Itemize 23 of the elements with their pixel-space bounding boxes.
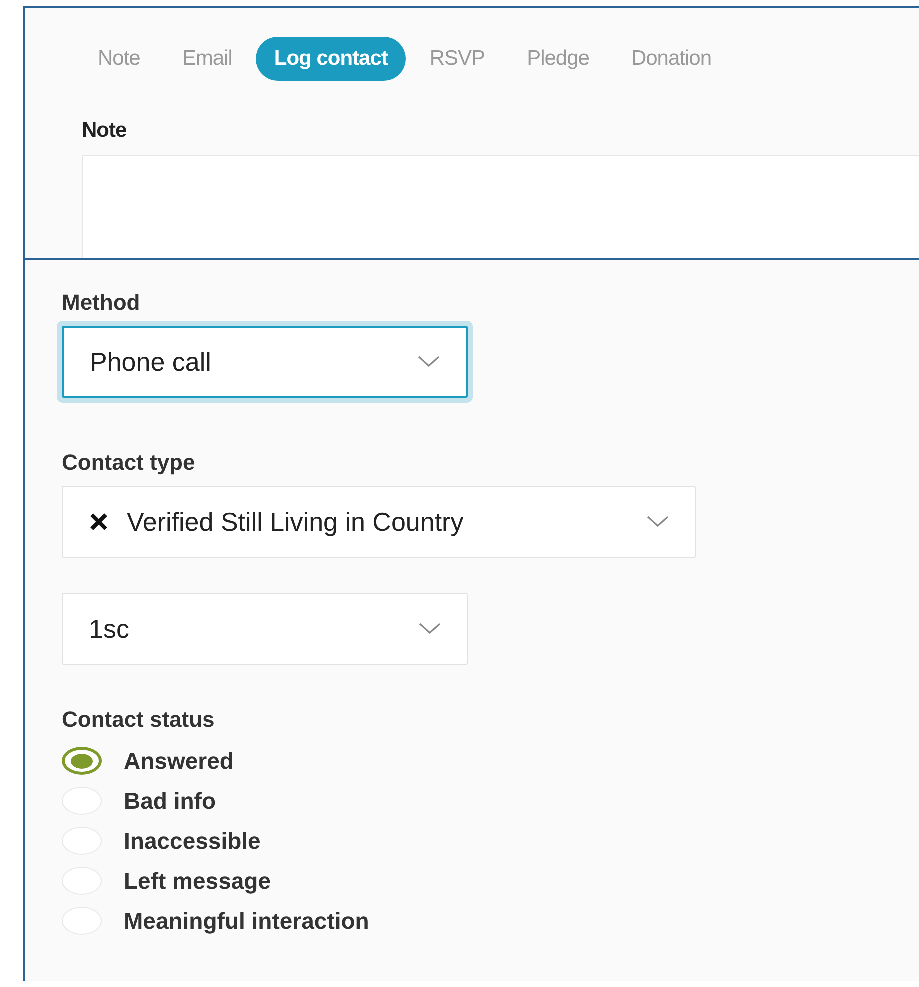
subtype-dropdown[interactable]: 1sc bbox=[62, 593, 468, 665]
radio-label: Meaningful interaction bbox=[124, 908, 370, 934]
radio-label: Answered bbox=[124, 748, 234, 774]
field-label: Note bbox=[82, 119, 128, 143]
field-label: Contact type bbox=[62, 450, 196, 476]
tab[interactable]: Donation bbox=[613, 37, 730, 81]
tab[interactable]: Email bbox=[164, 37, 250, 81]
chevron-down-icon bbox=[418, 356, 440, 368]
field-label: Method bbox=[62, 290, 140, 316]
chevron-down-icon bbox=[419, 623, 441, 635]
tab[interactable]: Note bbox=[80, 37, 158, 81]
field-label: Contact status bbox=[62, 707, 215, 733]
close-icon[interactable] bbox=[89, 512, 109, 532]
radio-label: Inaccessible bbox=[124, 828, 261, 854]
note-field[interactable] bbox=[82, 155, 919, 258]
radio-label: Left message bbox=[124, 868, 272, 894]
radio-label: Bad info bbox=[124, 788, 216, 814]
chevron-down-icon bbox=[647, 516, 669, 528]
tab[interactable]: Pledge bbox=[509, 37, 608, 81]
tab[interactable]: Log contact bbox=[256, 37, 406, 81]
tab[interactable]: RSVP bbox=[412, 37, 504, 81]
contact-type-dropdown[interactable]: Verified Still Living in Country bbox=[62, 486, 696, 558]
radio-button[interactable] bbox=[62, 747, 102, 775]
